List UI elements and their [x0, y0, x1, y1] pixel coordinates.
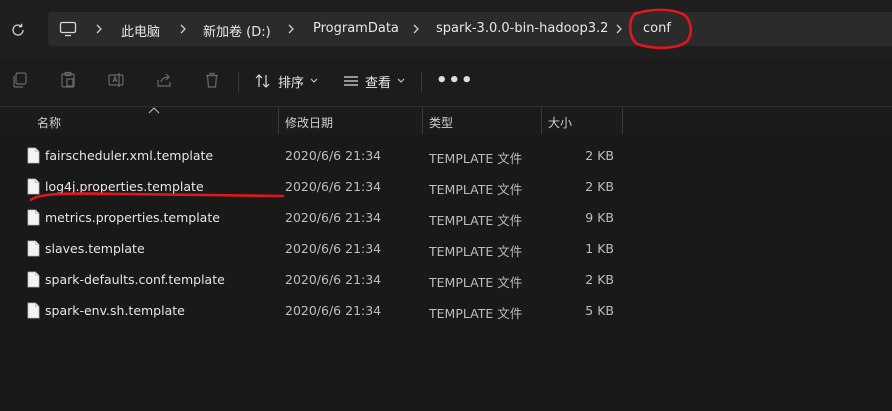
- file-icon: [27, 209, 40, 226]
- sort-icon: [255, 74, 270, 88]
- file-date: 2020/6/6 21:34: [285, 303, 382, 318]
- file-size: 5 KB: [585, 303, 614, 318]
- file-type: TEMPLATE 文件: [429, 151, 523, 166]
- file-icon: [27, 178, 40, 195]
- file-date: 2020/6/6 21:34: [285, 210, 382, 225]
- file-icon: [27, 240, 40, 257]
- file-type: TEMPLATE 文件: [429, 213, 523, 228]
- paste-icon[interactable]: [59, 71, 77, 89]
- column-header: 名称 修改日期 类型 大小: [0, 107, 892, 134]
- sort-ascending-icon: [148, 107, 160, 114]
- breadcrumb-item-this-pc[interactable]: 此电脑: [121, 21, 160, 40]
- file-row[interactable]: slaves.template 2020/6/6 21:34 TEMPLATE …: [0, 233, 892, 264]
- chevron-down-icon: [310, 78, 318, 83]
- address-bar: 此电脑 新加卷 (D:) ProgramData spark-3.0.0-bin…: [0, 0, 892, 58]
- chevron-right-icon[interactable]: [410, 22, 422, 36]
- file-row[interactable]: spark-env.sh.template 2020/6/6 21:34 TEM…: [0, 295, 892, 326]
- command-bar: 排序 查看 •••: [0, 58, 892, 107]
- file-size: 2 KB: [585, 272, 614, 287]
- file-date: 2020/6/6 21:34: [285, 272, 382, 287]
- toolbar-divider: [421, 72, 422, 92]
- view-label: 查看: [365, 75, 392, 91]
- file-date: 2020/6/6 21:34: [285, 148, 382, 163]
- breadcrumb-item-spark[interactable]: spark-3.0.0-bin-hadoop3.2: [436, 21, 608, 36]
- file-name: spark-env.sh.template: [45, 303, 185, 318]
- file-icon: [27, 147, 40, 164]
- file-icon: [27, 271, 40, 288]
- file-type: TEMPLATE 文件: [429, 275, 523, 290]
- file-name: log4j.properties.template: [45, 179, 204, 194]
- file-name: fairscheduler.xml.template: [45, 148, 214, 163]
- chevron-right-icon[interactable]: [93, 22, 105, 36]
- computer-icon[interactable]: [59, 20, 77, 38]
- file-row[interactable]: metrics.properties.template 2020/6/6 21:…: [0, 202, 892, 233]
- rename-icon[interactable]: [107, 71, 125, 89]
- file-row[interactable]: log4j.properties.template 2020/6/6 21:34…: [0, 171, 892, 202]
- file-date: 2020/6/6 21:34: [285, 241, 382, 256]
- file-name: metrics.properties.template: [45, 210, 220, 225]
- file-date: 2020/6/6 21:34: [285, 179, 382, 194]
- file-type: TEMPLATE 文件: [429, 244, 523, 259]
- delete-icon[interactable]: [203, 71, 221, 89]
- column-divider[interactable]: [278, 107, 279, 134]
- file-row[interactable]: spark-defaults.conf.template 2020/6/6 21…: [0, 264, 892, 295]
- file-size: 2 KB: [585, 148, 614, 163]
- file-size: 2 KB: [585, 179, 614, 194]
- breadcrumb[interactable]: 此电脑 新加卷 (D:) ProgramData spark-3.0.0-bin…: [48, 12, 892, 46]
- chevron-right-icon[interactable]: [177, 22, 189, 36]
- file-type: TEMPLATE 文件: [429, 182, 523, 197]
- breadcrumb-item-conf[interactable]: conf: [643, 21, 671, 36]
- chevron-right-icon[interactable]: [613, 22, 625, 36]
- toolbar-divider: [238, 72, 239, 92]
- file-row[interactable]: fairscheduler.xml.template 2020/6/6 21:3…: [0, 140, 892, 171]
- chevron-right-icon[interactable]: [285, 22, 297, 36]
- column-divider[interactable]: [541, 107, 542, 134]
- column-divider[interactable]: [422, 107, 423, 134]
- view-button[interactable]: 查看: [343, 70, 405, 92]
- column-divider[interactable]: [622, 107, 623, 134]
- more-options-button[interactable]: •••: [436, 72, 474, 90]
- file-name: spark-defaults.conf.template: [45, 272, 225, 287]
- refresh-button[interactable]: [8, 20, 28, 40]
- file-icon: [27, 302, 40, 319]
- file-type: TEMPLATE 文件: [429, 306, 523, 321]
- sort-label: 排序: [278, 75, 305, 91]
- file-name: slaves.template: [45, 241, 145, 256]
- column-header-size[interactable]: 大小: [548, 114, 572, 131]
- file-size: 9 KB: [585, 210, 614, 225]
- column-header-type[interactable]: 类型: [429, 114, 453, 131]
- sort-button[interactable]: 排序: [254, 70, 318, 92]
- column-header-date[interactable]: 修改日期: [285, 114, 333, 131]
- refresh-icon: [12, 23, 24, 36]
- breadcrumb-item-programdata[interactable]: ProgramData: [313, 21, 399, 36]
- view-icon: [344, 76, 358, 86]
- column-header-name[interactable]: 名称: [37, 114, 61, 131]
- file-size: 1 KB: [585, 241, 614, 256]
- breadcrumb-item-drive-d[interactable]: 新加卷 (D:): [203, 21, 271, 40]
- share-icon[interactable]: [155, 71, 173, 89]
- chevron-down-icon: [397, 78, 405, 83]
- copy-icon[interactable]: [11, 71, 29, 89]
